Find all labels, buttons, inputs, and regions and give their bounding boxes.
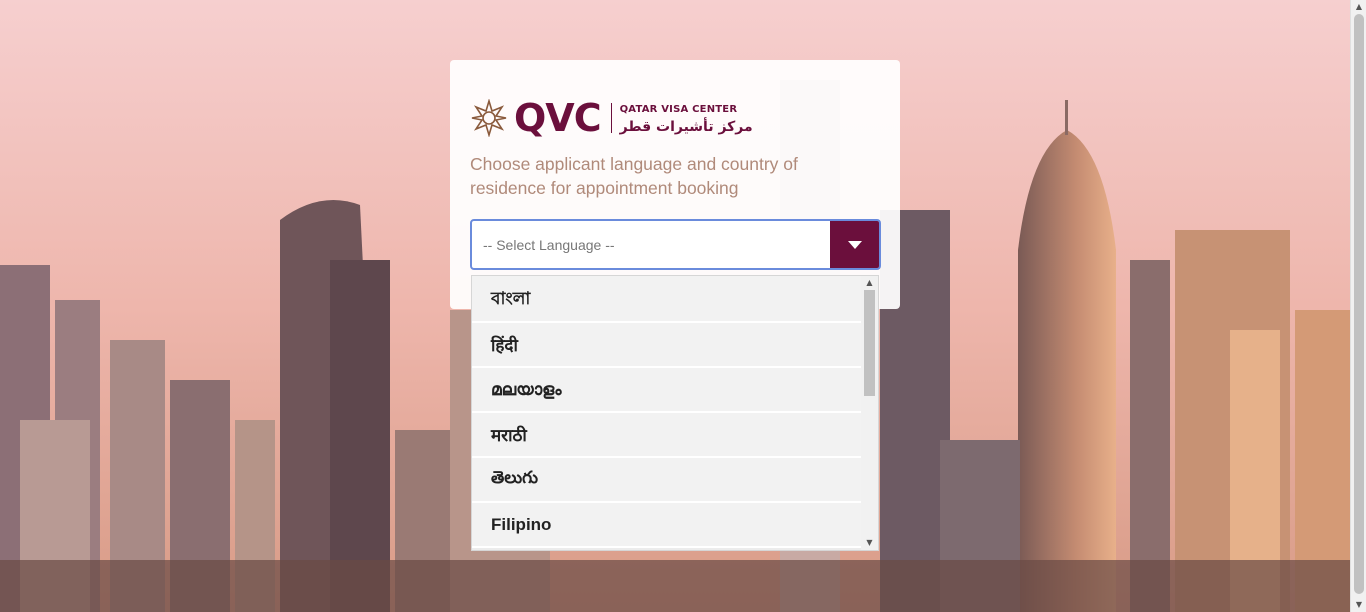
logo-subtitle: QATAR VISA CENTER مركز تأشيرات قطر: [620, 103, 753, 134]
scroll-up-arrow-icon[interactable]: ▲: [1351, 0, 1366, 14]
dropdown-scroll-down-icon[interactable]: ▼: [861, 536, 878, 550]
star-ornament-icon: [471, 99, 507, 137]
language-option-telugu[interactable]: తెలుగు: [472, 458, 863, 503]
language-option-marathi[interactable]: मराठी: [472, 413, 863, 458]
language-option-malayalam[interactable]: മലയാളം: [472, 368, 863, 413]
scroll-down-arrow-icon[interactable]: ▼: [1351, 598, 1366, 612]
page-heading: Choose applicant language and country of…: [470, 154, 798, 198]
page-scrollbar-thumb[interactable]: [1354, 14, 1364, 594]
logo-english-name: QATAR VISA CENTER: [619, 103, 738, 115]
language-option-bengali[interactable]: বাংলা: [472, 276, 863, 323]
language-option-hindi[interactable]: हिंदी: [472, 323, 863, 368]
language-select-placeholder[interactable]: -- Select Language --: [472, 237, 830, 253]
logo-wordmark: QVC: [514, 96, 602, 140]
logo-divider: [610, 103, 612, 133]
language-select[interactable]: -- Select Language --: [470, 219, 881, 270]
page-scrollbar[interactable]: ▲ ▼: [1350, 0, 1366, 612]
dropdown-scroll-up-icon[interactable]: ▲: [861, 276, 878, 290]
dropdown-scrollbar-thumb[interactable]: [864, 290, 875, 396]
logo-arabic-name: مركز تأشيرات قطر: [619, 118, 753, 135]
language-dropdown-list[interactable]: বাংলা हिंदी മലയാളം मराठी తెలుగు Filipino…: [471, 275, 879, 551]
language-selection-card: QVC QATAR VISA CENTER مركز تأشيرات قطر C…: [450, 60, 900, 309]
dropdown-scrollbar[interactable]: ▲ ▼: [861, 276, 878, 550]
caret-down-icon: [847, 240, 862, 249]
language-select-toggle-button[interactable]: [830, 221, 879, 268]
language-option-filipino[interactable]: Filipino: [472, 503, 863, 548]
qvc-logo: QVC QATAR VISA CENTER مركز تأشيرات قطر: [470, 98, 753, 138]
